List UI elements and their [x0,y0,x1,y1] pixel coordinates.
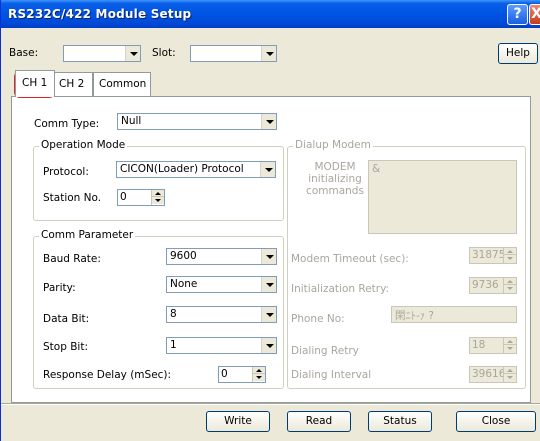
close-window-icon[interactable]: X [529,4,540,25]
spin-up-icon[interactable] [504,248,516,255]
title-bar[interactable]: RS232C/422 Module Setup ? X [1,0,540,28]
dialing-retry-label: Dialing Retry [291,345,359,357]
stopbit-label: Stop Bit: [43,341,88,353]
phone-value: 閑ﾆﾄ-ｧ ? [395,310,434,322]
init-retry-stepper[interactable]: 9736 [469,277,517,294]
parity-value: None [170,278,198,290]
tab-common[interactable]: Common [93,72,151,96]
modem-timeout-stepper[interactable]: 31875 [469,247,517,264]
modem-timeout-value: 31875 [472,249,506,261]
baud-value: 9600 [170,250,197,262]
window-title: RS232C/422 Module Setup [8,7,192,21]
databit-select[interactable]: 8 [166,306,277,323]
init-retry-value: 9736 [472,279,499,291]
comm-parameter-title: Comm Parameter [39,229,136,241]
spin-down-icon[interactable] [504,255,516,262]
phone-label: Phone No: [291,313,345,325]
stopbit-select[interactable]: 1 [166,337,277,354]
modem-init-label-1: MODEM [314,161,356,173]
protocol-label: Protocol: [43,166,89,178]
parity-select[interactable]: None [166,276,277,293]
response-delay-stepper[interactable]: 0 [218,366,266,383]
baud-select[interactable]: 9600 [166,248,277,265]
comm-type-label: Comm Type: [34,118,100,130]
footer-divider [1,403,540,405]
spin-down-icon[interactable] [504,374,516,381]
spin-up-icon[interactable] [504,367,516,374]
base-select[interactable] [63,45,141,62]
response-delay-label: Response Delay (mSec): [43,369,172,381]
status-button[interactable]: Status [368,411,432,432]
help-title-button[interactable]: ? [507,4,528,25]
chevron-down-icon[interactable] [261,277,276,292]
tab-ch2[interactable]: CH 2 [55,72,93,96]
dialing-interval-label: Dialing Interval [291,369,372,381]
databit-value: 8 [170,308,177,320]
station-value: 0 [120,191,127,203]
slot-label: Slot: [152,47,176,59]
close-button[interactable]: Close [456,411,536,432]
base-label: Base: [9,47,39,59]
chevron-down-icon[interactable] [261,114,276,129]
spin-up-icon[interactable] [152,190,164,197]
station-label: Station No. [43,192,102,204]
slot-select[interactable] [190,45,277,62]
spin-up-icon[interactable] [504,278,516,285]
protocol-select[interactable]: CICON(Loader) Protocol [116,161,276,178]
modem-init-commands-input[interactable]: & [368,160,517,234]
chevron-down-icon[interactable] [261,338,276,353]
spin-down-icon[interactable] [504,285,516,292]
modem-init-value: & [372,163,381,175]
station-stepper[interactable]: 0 [117,189,165,206]
protocol-value: CICON(Loader) Protocol [120,163,244,175]
write-button[interactable]: Write [206,411,270,432]
databit-label: Data Bit: [43,313,90,325]
dialing-retry-stepper[interactable]: 18 [469,337,517,354]
comm-type-select[interactable]: Null [117,113,277,130]
modem-init-label-3: commands [306,185,364,197]
spin-down-icon[interactable] [152,197,164,204]
dialing-interval-stepper[interactable]: 39616 [469,366,517,383]
spin-down-icon[interactable] [504,345,516,352]
read-button[interactable]: Read [287,411,351,432]
spin-down-icon[interactable] [253,374,265,381]
tab-ch1-label: CH 1 [22,77,48,89]
tab-ch1[interactable]: CH 1 [15,70,55,97]
parity-label: Parity: [43,282,76,294]
dialup-modem-title: Dialup Modem [293,139,373,151]
phone-input[interactable]: 閑ﾆﾄ-ｧ ? [391,306,517,323]
modem-timeout-label: Modem Timeout (sec): [291,253,409,265]
response-delay-value: 0 [221,368,228,380]
init-retry-label: Initialization Retry: [291,283,390,295]
modem-init-label-2: initializing [308,173,362,185]
spin-up-icon[interactable] [504,338,516,345]
module-setup-window: RS232C/422 Module Setup ? X Base: Slot: … [0,0,540,441]
operation-mode-group [33,146,284,221]
spin-up-icon[interactable] [253,367,265,374]
operation-mode-title: Operation Mode [39,139,128,151]
tab-ch2-label: CH 2 [59,78,85,90]
dialing-retry-value: 18 [472,339,486,351]
chevron-down-icon[interactable] [261,249,276,264]
help-button[interactable]: Help [498,43,538,64]
baud-label: Baud Rate: [43,253,101,265]
chevron-down-icon[interactable] [260,162,275,177]
chevron-down-icon[interactable] [125,46,140,61]
chevron-down-icon[interactable] [261,307,276,322]
stopbit-value: 1 [170,339,177,351]
chevron-down-icon[interactable] [261,46,276,61]
tab-common-label: Common [99,78,147,90]
dialing-interval-value: 39616 [472,368,506,380]
comm-type-value: Null [121,115,142,127]
